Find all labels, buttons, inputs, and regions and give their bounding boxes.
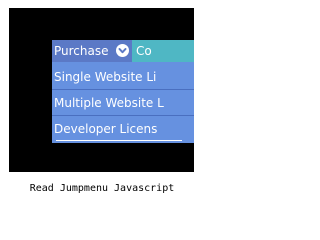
- submenu: Single Website Li Multiple Website L Dev…: [52, 62, 194, 143]
- submenu-item-multiple-website[interactable]: Multiple Website L: [52, 90, 194, 116]
- submenu-item-single-website[interactable]: Single Website Li: [52, 64, 194, 90]
- menu-item-next-label: Co: [136, 44, 152, 58]
- menu-item-next[interactable]: Co: [132, 40, 194, 62]
- dropdown-menu: Purchase Co Single Website Li Multiple W…: [52, 40, 194, 143]
- submenu-bottom-line: [56, 140, 182, 141]
- menu-item-purchase-label: Purchase: [54, 44, 109, 58]
- screenshot-frame: Purchase Co Single Website Li Multiple W…: [0, 0, 204, 209]
- submenu-item-label: Developer Licens: [54, 122, 158, 136]
- submenu-item-label: Multiple Website L: [54, 96, 164, 110]
- menu-item-purchase[interactable]: Purchase: [52, 40, 132, 62]
- submenu-item-developer-license[interactable]: Developer Licens: [52, 116, 194, 142]
- submenu-item-label: Single Website Li: [54, 70, 157, 84]
- demo-stage: Purchase Co Single Website Li Multiple W…: [9, 8, 194, 172]
- chevron-down-circle-icon: [116, 44, 129, 57]
- caption: Read Jumpmenu Javascript: [29, 183, 175, 194]
- menu-topbar: Purchase Co: [52, 40, 194, 62]
